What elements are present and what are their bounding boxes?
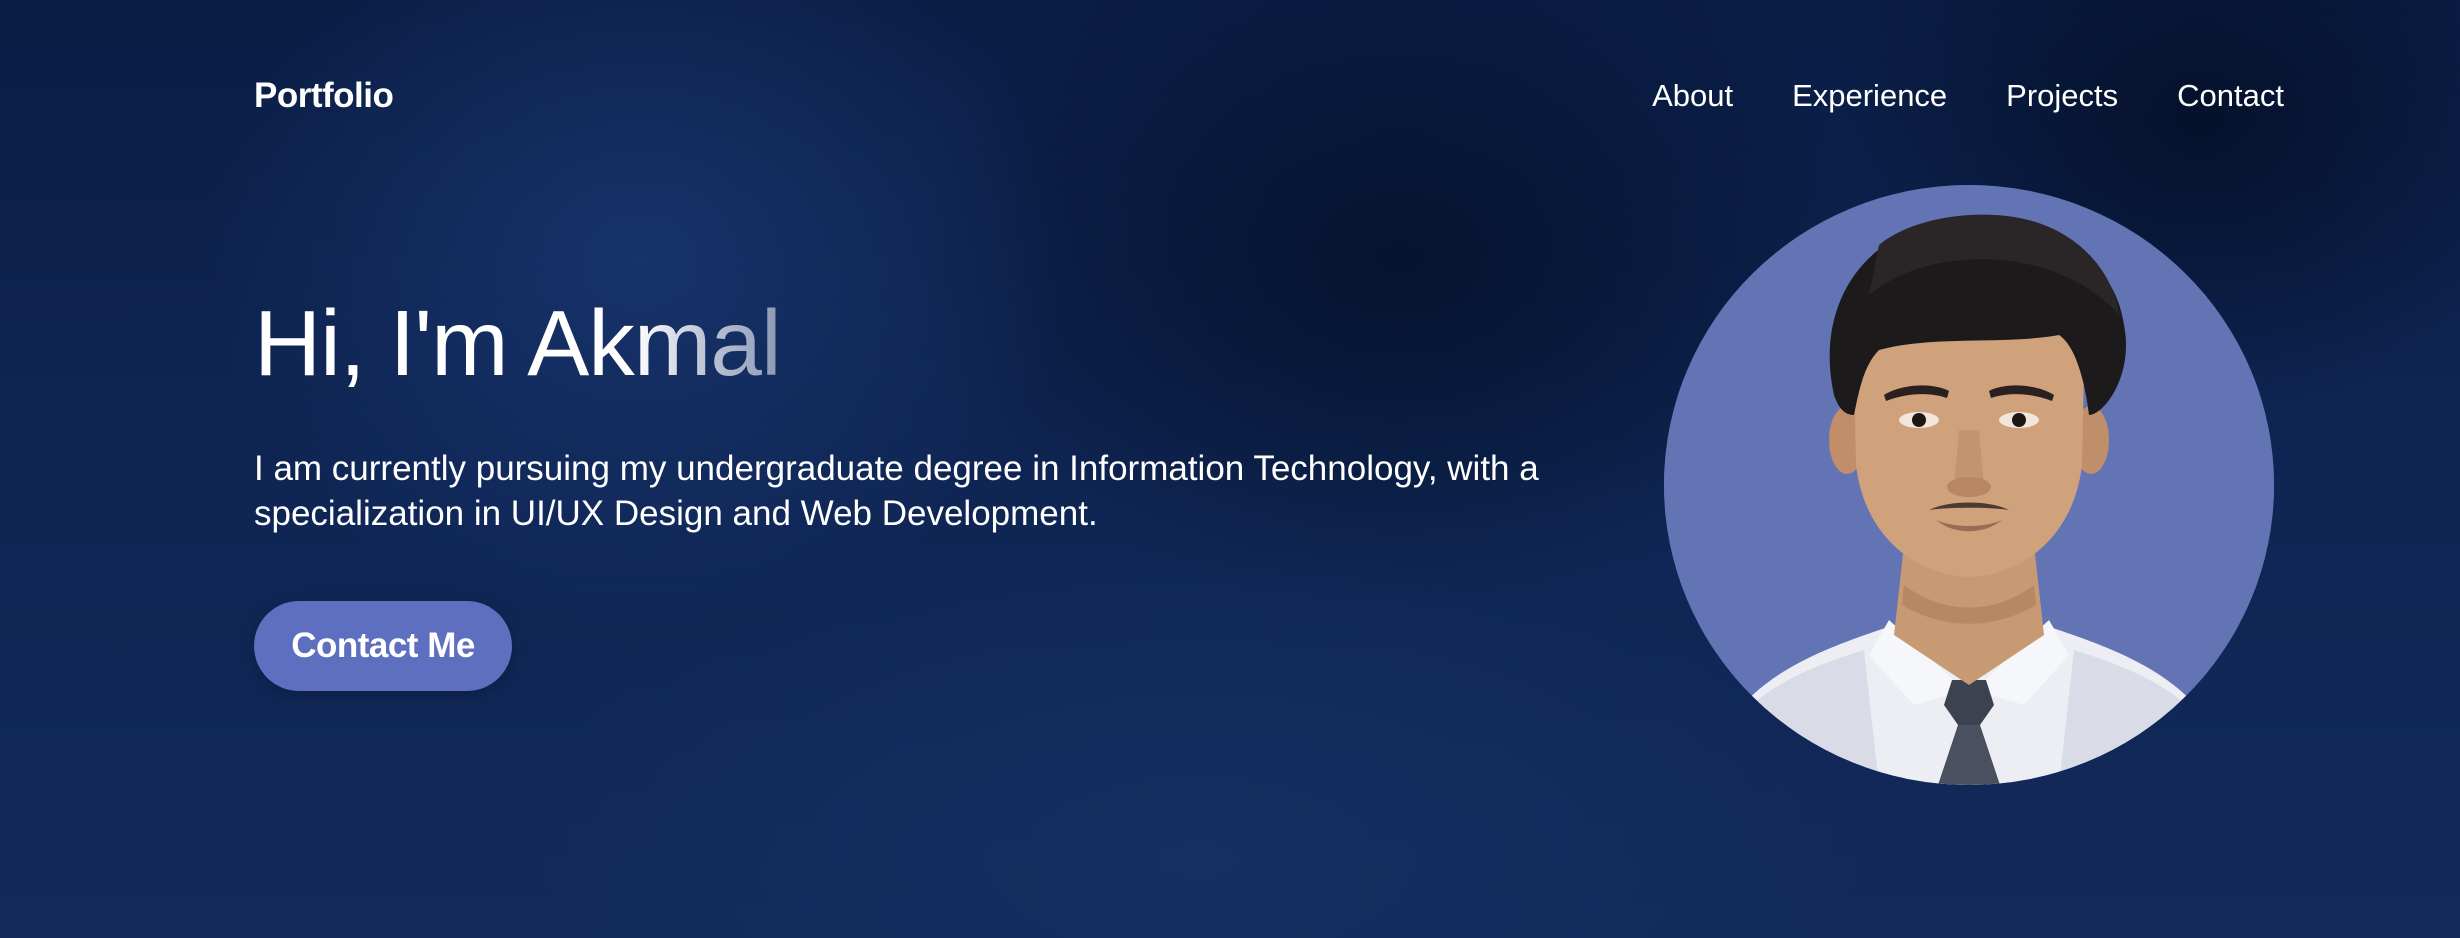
profile-photo: [1664, 185, 2274, 785]
nav-link-about[interactable]: About: [1652, 78, 1733, 114]
top-navbar: Portfolio About Experience Projects Cont…: [254, 66, 2284, 126]
hero-description: I am currently pursuing my undergraduate…: [254, 449, 1539, 533]
hero-title-solid: Hi, I'm Ak: [254, 291, 635, 395]
nav-link-contact[interactable]: Contact: [2177, 78, 2284, 114]
brand-logo[interactable]: Portfolio: [254, 76, 394, 116]
contact-me-button[interactable]: Contact Me: [254, 601, 512, 691]
nav-links: About Experience Projects Contact: [1652, 78, 2284, 114]
hero-title: Hi, I'm Akmal: [254, 291, 782, 395]
nav-link-experience[interactable]: Experience: [1792, 78, 1947, 114]
nav-link-projects[interactable]: Projects: [2006, 78, 2118, 114]
hero-title-fade: mal: [633, 291, 782, 395]
